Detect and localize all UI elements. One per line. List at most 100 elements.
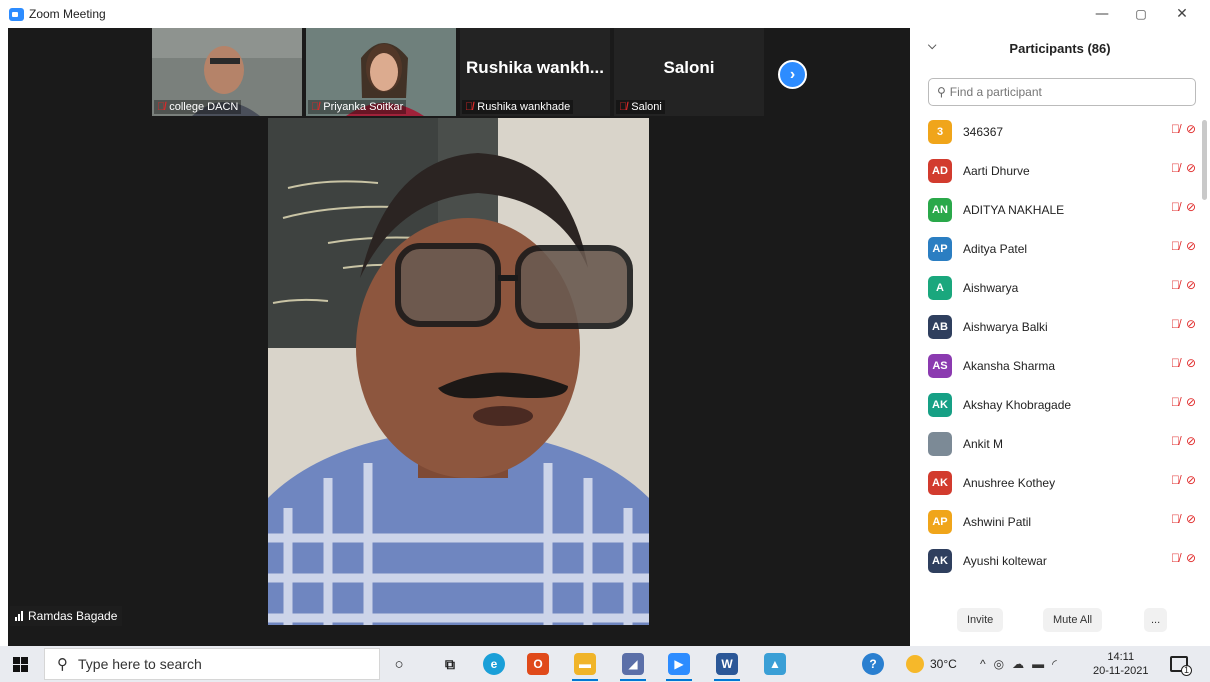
notifications-button[interactable]: 1 xyxy=(1170,646,1192,682)
mic-muted-icon: 🎙̸ xyxy=(1170,200,1180,214)
participant-status-icons: 🎙̸ ⊘ xyxy=(1171,434,1196,448)
video-off-icon: ⊘ xyxy=(1185,356,1196,370)
participant-avatar xyxy=(928,431,952,456)
participants-header: ⌵ Participants (86) xyxy=(910,28,1210,68)
chevron-down-icon[interactable]: ⌵ xyxy=(928,40,936,53)
zoom-taskbar-icon[interactable]: ▶ xyxy=(668,653,690,675)
participant-name: Anushree Kothey xyxy=(963,475,1056,490)
thumbnail-name: 🎙̸ college DACN xyxy=(154,100,242,114)
participant-search[interactable]: ⚲ xyxy=(928,78,1196,106)
participant-name: ADITYA NAKHALE xyxy=(963,202,1065,217)
cortana-icon[interactable]: ○ xyxy=(388,653,410,675)
participant-row[interactable]: AS Akansha Sharma 🎙̸ ⊘ xyxy=(910,346,1200,385)
windows-start-icon[interactable] xyxy=(13,657,28,672)
photos-icon[interactable]: ▲ xyxy=(764,653,786,675)
participant-avatar: AD xyxy=(928,158,952,183)
mic-muted-icon: 🎙̸ xyxy=(465,101,474,113)
minimize-button[interactable]: — xyxy=(1082,2,1122,26)
participant-status-icons: 🎙̸ ⊘ xyxy=(1171,200,1196,214)
onedrive-icon[interactable]: ☁ xyxy=(1012,657,1024,671)
help-icon[interactable]: ? xyxy=(862,653,884,675)
participant-name: Ashwini Patil xyxy=(963,514,1032,529)
thumbnail-priyanka-soitkar[interactable]: 🎙̸ Priyanka Soitkar xyxy=(306,28,456,116)
participant-row[interactable]: AK Ayushi koltewar 🎙̸ ⊘ xyxy=(910,541,1200,580)
participant-status-icons: 🎙̸ ⊘ xyxy=(1171,122,1196,136)
system-tray: ^ ◎ ☁ ▬ ◜ xyxy=(980,646,1057,682)
mic-muted-icon: 🎙̸ xyxy=(1170,122,1180,136)
thumbnail-saloni[interactable]: Saloni 🎙̸ Saloni xyxy=(614,28,764,116)
invite-button[interactable]: Invite xyxy=(957,608,1004,632)
wifi-icon[interactable]: ◜ xyxy=(1052,657,1057,671)
participant-row[interactable]: AK Anushree Kothey 🎙̸ ⊘ xyxy=(910,463,1200,502)
video-off-icon: ⊘ xyxy=(1185,473,1196,487)
participant-search-input[interactable] xyxy=(949,85,1170,99)
participant-row[interactable]: A Aishwarya 🎙̸ ⊘ xyxy=(910,268,1200,307)
participant-name: Akansha Sharma xyxy=(963,358,1056,373)
participant-row[interactable]: Ankit M 🎙̸ ⊘ xyxy=(910,424,1200,463)
participant-avatar: AK xyxy=(928,548,952,573)
next-page-button[interactable]: › xyxy=(778,60,807,89)
participant-row[interactable]: 3 346367 🎙̸ ⊘ xyxy=(910,112,1200,151)
office-icon[interactable]: O xyxy=(527,653,549,675)
participant-status-icons: 🎙̸ ⊘ xyxy=(1171,161,1196,175)
weather-widget[interactable]: 30°C xyxy=(906,646,957,682)
participant-status-icons: 🎙̸ ⊘ xyxy=(1171,239,1196,253)
participants-footer: Invite Mute All ... xyxy=(910,604,1210,638)
participant-name: Aarti Dhurve xyxy=(963,163,1030,178)
meet-now-icon[interactable]: ◎ xyxy=(994,657,1004,671)
participant-name: 346367 xyxy=(963,124,1004,139)
participant-status-icons: 🎙̸ ⊘ xyxy=(1171,395,1196,409)
thumbnail-display-name: Rushika wankh... xyxy=(466,58,604,77)
edge-icon[interactable]: e xyxy=(483,653,505,675)
participant-row[interactable]: AN ADITYA NAKHALE 🎙̸ ⊘ xyxy=(910,190,1200,229)
more-button[interactable]: ... xyxy=(1144,608,1168,632)
participant-row[interactable]: AD Aarti Dhurve 🎙̸ ⊘ xyxy=(910,151,1200,190)
participant-avatar: AP xyxy=(928,509,952,534)
task-view-icon[interactable]: ⧉ xyxy=(439,653,461,675)
app-icon[interactable]: ◢ xyxy=(622,653,644,675)
mute-all-button[interactable]: Mute All xyxy=(1043,608,1103,632)
mic-muted-icon: 🎙̸ xyxy=(619,101,628,113)
participants-panel: ⌵ Participants (86) ⚲ 3 346367 🎙̸ ⊘ AD Aarti … xyxy=(910,28,1210,646)
battery-icon[interactable]: ▬ xyxy=(1032,657,1044,671)
video-off-icon: ⊘ xyxy=(1185,395,1196,409)
participant-name: Ankit M xyxy=(963,436,1004,451)
taskbar-search[interactable]: ⚲ Type here to search xyxy=(44,648,380,680)
search-icon: ⚲ xyxy=(57,656,68,673)
clock[interactable]: 14:11 20-11-2021 xyxy=(1093,646,1148,682)
search-icon: ⚲ xyxy=(937,85,946,99)
participant-row[interactable]: AK Akshay Khobragade 🎙̸ ⊘ xyxy=(910,385,1200,424)
participant-status-icons: 🎙̸ ⊘ xyxy=(1171,512,1196,526)
active-app-indicator xyxy=(572,679,598,681)
restore-button[interactable]: ▢ xyxy=(1121,2,1161,26)
mic-muted-icon: 🎙̸ xyxy=(1170,434,1180,448)
mic-muted-icon: 🎙̸ xyxy=(1170,551,1180,565)
participant-avatar: AB xyxy=(928,314,952,339)
thumbnail-name: 🎙̸ Saloni xyxy=(616,100,665,114)
participant-list-scrollbar[interactable] xyxy=(1202,120,1207,200)
thumbnail-rushika-wankhade[interactable]: Rushika wankh... 🎙̸ Rushika wankhade xyxy=(460,28,610,116)
participant-status-icons: 🎙̸ ⊘ xyxy=(1171,356,1196,370)
window-title: Zoom Meeting xyxy=(29,7,106,21)
close-button[interactable]: ✕ xyxy=(1162,2,1202,26)
chevron-up-icon[interactable]: ^ xyxy=(980,657,986,671)
mic-muted-icon: 🎙̸ xyxy=(1170,317,1180,331)
participant-row[interactable]: AP Ashwini Patil 🎙̸ ⊘ xyxy=(910,502,1200,541)
thumbnail-display-name: Saloni xyxy=(663,58,715,77)
participant-row[interactable]: AP Aditya Patel 🎙̸ ⊘ xyxy=(910,229,1200,268)
chevron-right-icon: › xyxy=(789,65,796,83)
participant-status-icons: 🎙̸ ⊘ xyxy=(1171,317,1196,331)
video-off-icon: ⊘ xyxy=(1185,239,1196,253)
title-bar: Zoom Meeting — ▢ ✕ xyxy=(0,0,1210,28)
participant-avatar: AS xyxy=(928,353,952,378)
thumbnail-name: 🎙̸ Rushika wankhade xyxy=(462,100,574,114)
participant-name: Akshay Khobragade xyxy=(963,397,1072,412)
participant-status-icons: 🎙̸ ⊘ xyxy=(1171,278,1196,292)
participant-avatar: AK xyxy=(928,392,952,417)
mic-muted-icon: 🎙̸ xyxy=(1170,239,1180,253)
signal-strength-icon xyxy=(15,611,23,621)
participant-row[interactable]: AB Aishwarya Balki 🎙̸ ⊘ xyxy=(910,307,1200,346)
file-explorer-icon[interactable]: ▬ xyxy=(574,653,596,675)
word-icon[interactable]: W xyxy=(716,653,738,675)
thumbnail-college-dacn[interactable]: 🎙̸ college DACN xyxy=(152,28,302,116)
